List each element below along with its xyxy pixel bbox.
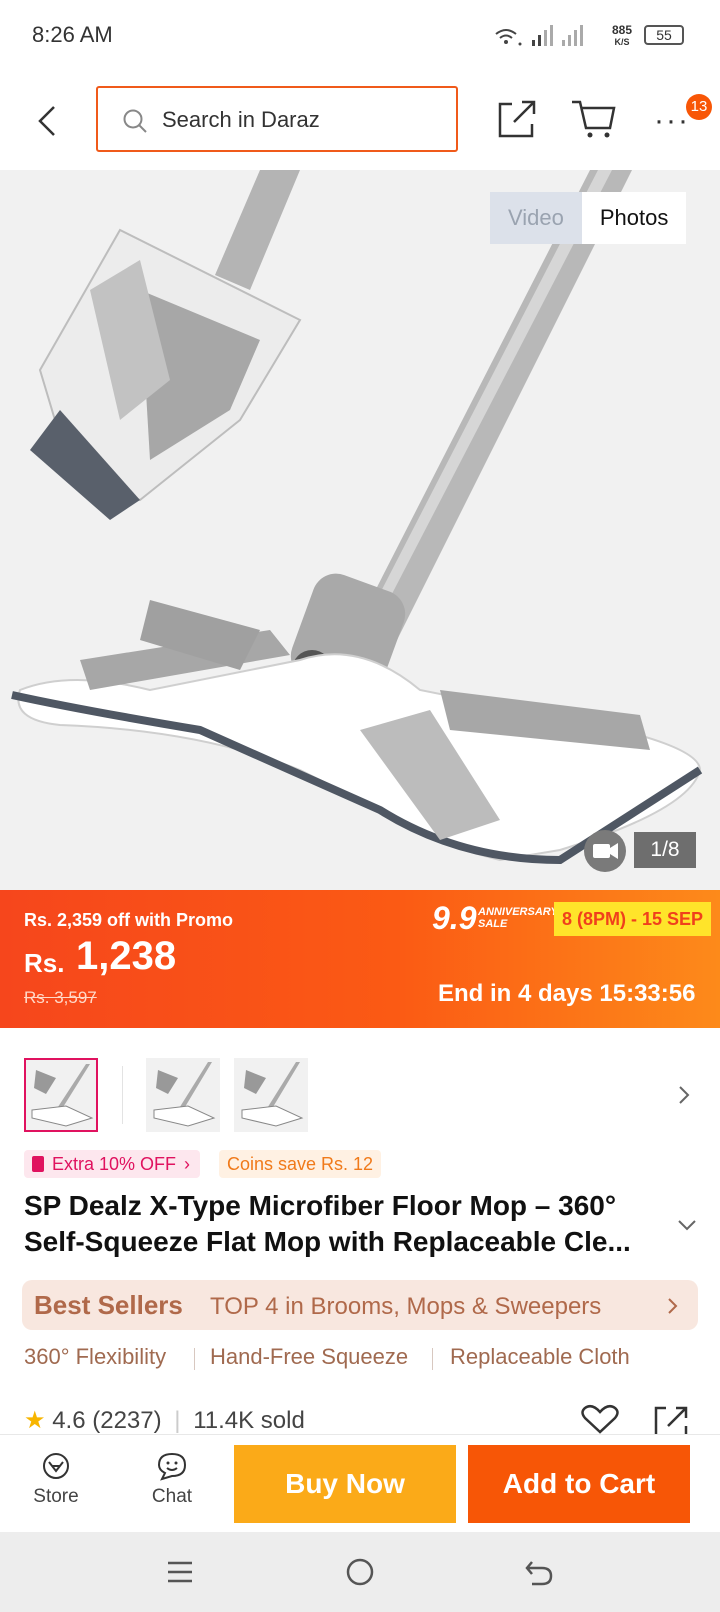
- original-price: Rs. 3,597: [24, 988, 97, 1007]
- price-promo-bar: Rs. 2,359 off with Promo Rs. 1,238 Rs. 3…: [0, 890, 720, 1028]
- top-header: Search in Daraz ··· 13: [0, 72, 720, 170]
- voucher-icon: [32, 1156, 44, 1172]
- coins-tag: Coins save Rs. 12: [219, 1150, 382, 1178]
- thumbnail-3[interactable]: [234, 1058, 308, 1132]
- product-title: SP Dealz X-Type Microfiber Floor Mop – 3…: [24, 1190, 631, 1257]
- feature-3: Replaceable Cloth: [450, 1344, 630, 1369]
- current-price: 1,238: [76, 934, 177, 978]
- feature-2: Hand-Free Squeeze: [210, 1344, 409, 1369]
- sale-number: 9.9: [432, 900, 477, 936]
- home-icon[interactable]: [344, 1556, 376, 1588]
- search-placeholder: Search in Daraz: [162, 107, 320, 132]
- product-image-gallery[interactable]: Video Photos 1/8: [0, 170, 720, 890]
- extra-off-tag[interactable]: Extra 10% OFF ›: [24, 1150, 201, 1178]
- search-icon: [123, 109, 147, 133]
- tab-video[interactable]: Video: [490, 192, 582, 244]
- currency-label: Rs.: [24, 948, 65, 978]
- share-icon[interactable]: [652, 1404, 692, 1434]
- chevron-right-icon: ›: [184, 1154, 191, 1174]
- system-navigation-bar: [0, 1532, 720, 1612]
- chevron-right-icon: [668, 1298, 678, 1314]
- feature-divider: [194, 1348, 195, 1370]
- cart-icon[interactable]: [570, 98, 618, 140]
- back-arrow-icon[interactable]: [34, 104, 60, 138]
- battery-indicator: 55: [644, 25, 684, 45]
- sale-dates: 8 (8PM) - 15 SEP: [554, 902, 712, 936]
- thumbnail-1[interactable]: [24, 1058, 98, 1132]
- thumbnail-2[interactable]: [146, 1058, 220, 1132]
- best-sellers-label: Best Sellers: [34, 1290, 183, 1320]
- feature-1: 360° Flexibility: [24, 1344, 167, 1369]
- share-icon[interactable]: [496, 98, 538, 140]
- rating-row: ★ 4.6 (2237) | 11.4K sold: [24, 1406, 305, 1435]
- chevron-right-icon[interactable]: [676, 1084, 692, 1106]
- net-speed: 885 K/S: [612, 23, 633, 47]
- rating-divider: |: [174, 1407, 181, 1434]
- tab-photos[interactable]: Photos: [581, 192, 687, 244]
- store-button[interactable]: Store: [24, 1451, 88, 1508]
- chat-icon: [157, 1452, 187, 1481]
- promo-discount-text: Rs. 2,359 off with Promo: [24, 910, 234, 930]
- status-time: 8:26 AM: [32, 22, 113, 47]
- heart-icon[interactable]: [580, 1404, 620, 1434]
- image-counter: 1/8: [634, 832, 696, 868]
- thumbnail-divider: [122, 1066, 123, 1124]
- more-menu-icon[interactable]: ···: [654, 104, 690, 138]
- search-input[interactable]: Search in Daraz: [96, 86, 458, 152]
- product-photo-mop: [11, 170, 703, 865]
- signal-icons: [495, 25, 583, 46]
- sold-count: 11.4K sold: [193, 1407, 305, 1434]
- video-camera-icon[interactable]: [584, 830, 626, 872]
- chevron-down-icon[interactable]: [676, 1218, 698, 1232]
- cart-badge: 13: [686, 94, 712, 120]
- add-to-cart-button[interactable]: Add to Cart: [468, 1445, 690, 1523]
- countdown-timer: End in 4 days 15:33:56: [438, 980, 696, 1007]
- star-icon: ★: [24, 1407, 46, 1434]
- feature-divider: [432, 1348, 433, 1370]
- store-icon: [43, 1453, 69, 1479]
- back-nav-icon[interactable]: [524, 1558, 554, 1586]
- bottom-action-bar: Store Chat Buy Now Add to Cart: [0, 1434, 720, 1533]
- rating-score: 4.6: [52, 1407, 86, 1434]
- chat-button[interactable]: Chat: [140, 1451, 204, 1508]
- status-bar: 8:26 AM 885 K/S 55: [0, 0, 720, 72]
- rating-count: (2237): [92, 1407, 162, 1434]
- media-tab-switch: Video Photos: [490, 192, 687, 244]
- buy-now-button[interactable]: Buy Now: [234, 1445, 456, 1523]
- sale-label: ANNIVERSARY SALE: [478, 906, 558, 930]
- best-sellers-banner[interactable]: Best Sellers TOP 4 in Brooms, Mops & Swe…: [22, 1280, 698, 1330]
- best-sellers-rank: TOP 4 in Brooms, Mops & Sweepers: [210, 1293, 602, 1320]
- recent-apps-icon[interactable]: [166, 1558, 194, 1586]
